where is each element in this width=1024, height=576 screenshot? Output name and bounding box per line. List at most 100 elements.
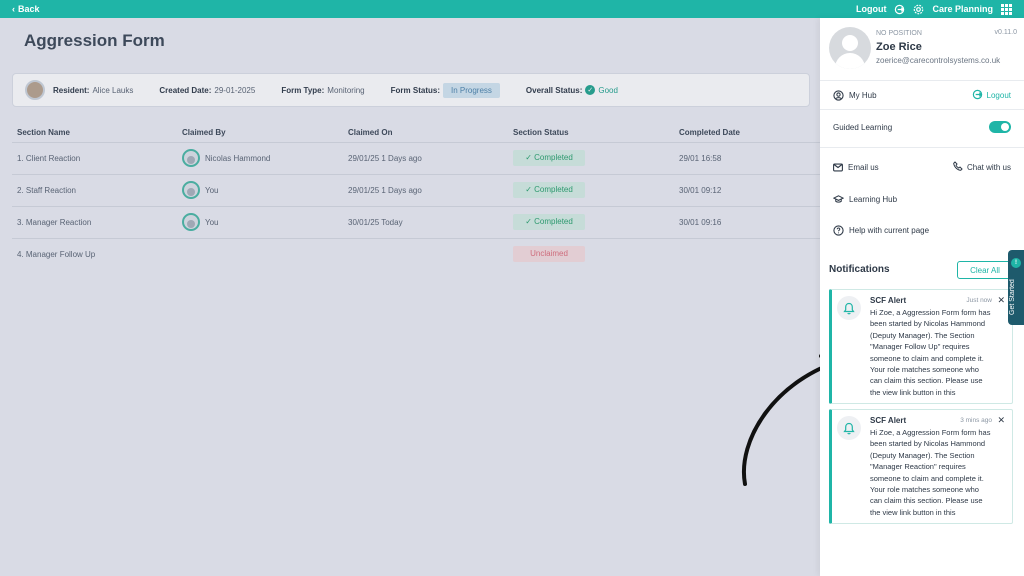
overall-status-value: Good (598, 85, 618, 95)
divider (820, 80, 1024, 81)
chat-with-us-label: Chat with us (966, 162, 1011, 172)
close-icon[interactable]: ✕ (997, 415, 1005, 426)
status-badge: ✓ Completed (513, 214, 585, 230)
email-us-link[interactable]: Email us (848, 163, 879, 172)
column-header: Completed Date (674, 124, 820, 143)
claimed-on (343, 238, 508, 270)
notification-body: Hi Zoe, a Aggression Form form has been … (870, 427, 1010, 518)
phone-icon (953, 161, 963, 173)
logout-icon[interactable] (894, 4, 905, 15)
table-row[interactable]: 1. Client Reaction Nicolas Hammond 29/01… (12, 142, 820, 175)
check-icon: ✓ (525, 185, 535, 194)
notification-line: Your role matches someone who (870, 485, 979, 495)
column-header: Claimed By (177, 124, 343, 143)
top-bar: ‹ Back Logout Care Planning (0, 0, 1024, 18)
notification-line: been started by Nicolas Hammond (870, 439, 986, 449)
notification-line: Your role matches someone who (870, 365, 979, 375)
chat-with-us-link[interactable]: Chat with us (953, 161, 1011, 173)
logout-label: Logout (986, 90, 1011, 100)
user-avatar-icon (182, 213, 200, 231)
notifications-heading: Notifications (829, 264, 890, 275)
notification-line: Hi Zoe, a Aggression Form form has (870, 428, 991, 437)
completed-date: 30/01 09:12 (674, 174, 820, 207)
section-name: 3. Manager Reaction (12, 206, 177, 239)
table-row[interactable]: 3. Manager Reaction You 30/01/25 Today ✓… (12, 206, 820, 239)
logout-link[interactable]: Logout (856, 4, 887, 14)
panel-logout-button[interactable]: Logout (972, 89, 1011, 102)
resident-value: Alice Lauks (92, 85, 134, 95)
my-hub-link[interactable]: My Hub (849, 91, 877, 100)
notification-body: Hi Zoe, a Aggression Form form has been … (870, 307, 1010, 398)
notification-line: (Deputy Manager). The Section (870, 450, 975, 460)
contact-row: Email us Chat with us (833, 160, 1011, 174)
status-label: Completed (534, 217, 573, 226)
check-icon: ✓ (525, 217, 535, 226)
user-avatar-icon (182, 181, 200, 199)
position-label: NO POSITION (876, 30, 922, 37)
section-name: 4. Manager Follow Up (17, 249, 96, 259)
divider (820, 109, 1024, 110)
column-header: Section Name (12, 124, 177, 143)
column-header: Claimed On (343, 124, 508, 143)
user-avatar-icon (182, 149, 200, 167)
claimed-on: 29/01/25 1 Days ago (343, 174, 508, 207)
user-panel: NO POSITION v0.11.0 Zoe Rice zoerice@car… (820, 18, 1024, 576)
help-link: Help with current page (849, 225, 930, 235)
guided-learning-row: Guided Learning (833, 120, 1011, 134)
status-badge: Unclaimed (513, 246, 585, 263)
profile-header: NO POSITION v0.11.0 Zoe Rice zoerice@car… (829, 27, 1017, 75)
guided-learning-toggle[interactable] (989, 121, 1011, 133)
table-row[interactable]: 2. Staff Reaction You 29/01/25 1 Days ag… (12, 174, 820, 207)
notification-card[interactable]: SCF Alert 3 mins ago ✕ Hi Zoe, a Aggress… (829, 409, 1013, 524)
notification-line: someone to claim and complete it. (870, 473, 984, 483)
graduation-cap-icon (833, 194, 844, 204)
mail-icon (833, 163, 843, 172)
created-label: Created Date: (159, 85, 212, 95)
get-started-tab[interactable]: ! Get Started (1008, 250, 1024, 325)
notification-title: SCF Alert (870, 416, 907, 425)
notification-time: 3 mins ago (960, 417, 992, 424)
bell-icon (837, 416, 861, 440)
help-row[interactable]: Help with current page (833, 223, 1011, 237)
notification-line: "Manager Follow Up" requires (870, 342, 970, 352)
resident-avatar (25, 80, 45, 100)
check-icon: ✓ (585, 85, 596, 95)
help-circle-icon (833, 224, 844, 236)
check-icon: ✓ (525, 153, 535, 162)
profile-avatar (829, 27, 871, 69)
claimed-on: 30/01/25 Today (343, 206, 508, 239)
learning-hub-row[interactable]: Learning Hub (833, 192, 1011, 206)
notification-card[interactable]: SCF Alert Just now ✕ Hi Zoe, a Aggressio… (829, 289, 1013, 404)
app-name[interactable]: Care Planning (932, 4, 993, 14)
chevron-left-icon: ‹ (12, 4, 15, 14)
notification-line: can claim this section. Please use (870, 496, 983, 506)
guided-learning-label: Guided Learning (833, 122, 893, 132)
apps-grid-icon[interactable] (1001, 3, 1012, 15)
form-status-badge: In Progress (442, 82, 500, 98)
table-row[interactable]: 4. Manager Follow Up Unclaimed (12, 238, 820, 270)
info-icon: ! (1011, 258, 1021, 268)
notification-line: (Deputy Manager). The Section (870, 330, 975, 340)
section-name: 2. Staff Reaction (12, 174, 177, 207)
gear-icon[interactable] (913, 4, 924, 15)
notification-line: Hi Zoe, a Aggression Form form has (870, 308, 991, 317)
page-title: Aggression Form (24, 31, 165, 50)
notification-line: the view link button in this (870, 507, 956, 517)
notification-line: can claim this section. Please use (870, 376, 983, 386)
form-status-label: Form Status: (390, 85, 440, 95)
close-icon[interactable]: ✕ (997, 295, 1005, 306)
status-label: Completed (534, 185, 573, 194)
form-type-label: Form Type: (281, 85, 325, 95)
user-circle-icon (833, 89, 844, 101)
back-button[interactable]: ‹ Back (12, 4, 40, 14)
form-type-value: Monitoring (327, 85, 365, 95)
learning-hub-link: Learning Hub (849, 194, 898, 204)
status-badge: ✓ Completed (513, 150, 585, 166)
clear-all-button[interactable]: Clear All (957, 261, 1013, 279)
user-email: zoerice@carecontrolsystems.co.uk (876, 56, 1001, 65)
hub-row: My Hub Logout (833, 88, 1011, 102)
column-header: Section Status (508, 124, 674, 143)
status-label: Completed (534, 153, 573, 162)
claimed-by: You (205, 217, 219, 227)
main-content: Aggression Form Resident: Alice Lauks Cre… (0, 18, 820, 576)
